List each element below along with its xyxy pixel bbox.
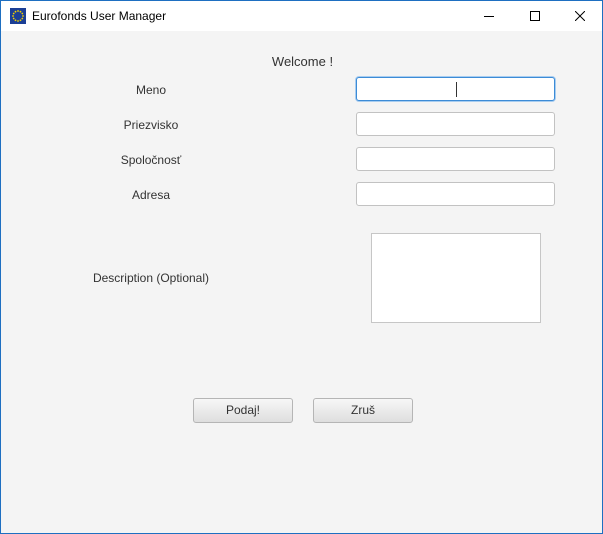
meno-input[interactable]	[356, 77, 555, 101]
eu-flag-icon	[10, 8, 26, 24]
text-caret	[456, 82, 457, 97]
close-button[interactable]	[557, 1, 602, 31]
cancel-button[interactable]: Zruš	[313, 398, 413, 423]
welcome-heading: Welcome !	[271, 54, 334, 69]
description-label: Description (Optional)	[92, 271, 210, 285]
adresa-input[interactable]	[356, 182, 555, 206]
priezvisko-label: Priezvisko	[123, 118, 179, 132]
spolocnost-input[interactable]	[356, 147, 555, 171]
priezvisko-input[interactable]	[356, 112, 555, 136]
maximize-button[interactable]	[512, 1, 558, 31]
maximize-icon	[530, 11, 540, 21]
meno-label: Meno	[135, 83, 167, 97]
window-title: Eurofonds User Manager	[32, 9, 167, 23]
app-window: Eurofonds User Manager Welcome ! Meno Pr…	[0, 0, 603, 534]
submit-button[interactable]: Podaj!	[193, 398, 293, 423]
description-textarea[interactable]	[371, 233, 541, 323]
minimize-icon	[484, 16, 494, 17]
minimize-button[interactable]	[466, 1, 512, 31]
adresa-label: Adresa	[131, 188, 171, 202]
spolocnost-label: Spoločnosť	[120, 153, 182, 167]
title-bar[interactable]: Eurofonds User Manager	[1, 1, 602, 31]
close-icon	[575, 11, 585, 21]
